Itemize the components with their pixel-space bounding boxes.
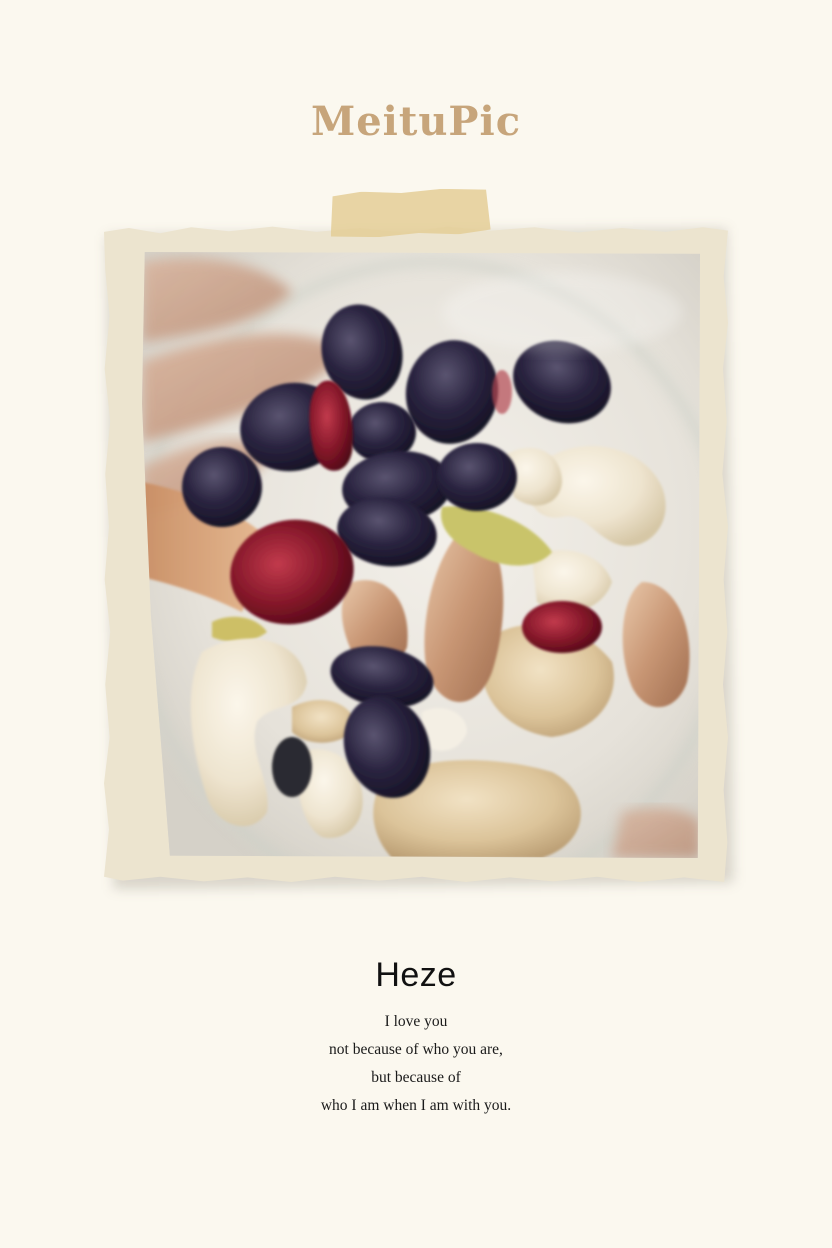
caption-line: I love you (384, 1013, 448, 1030)
nuts-photo (142, 252, 700, 858)
masking-tape-icon (329, 187, 491, 239)
mixed-nuts-and-dried-fruit-photo (142, 252, 700, 858)
caption-title: Heze (375, 956, 457, 994)
caption-line: but because of (371, 1069, 461, 1086)
caption-line: who I am when I am with you. (320, 1097, 512, 1114)
photo-card (104, 224, 734, 890)
brand-logo-text: MeituPic (310, 98, 522, 145)
caption-poem: I love you not because of who you are, b… (0, 1008, 832, 1120)
caption-line: not because of who you are, (329, 1041, 503, 1058)
